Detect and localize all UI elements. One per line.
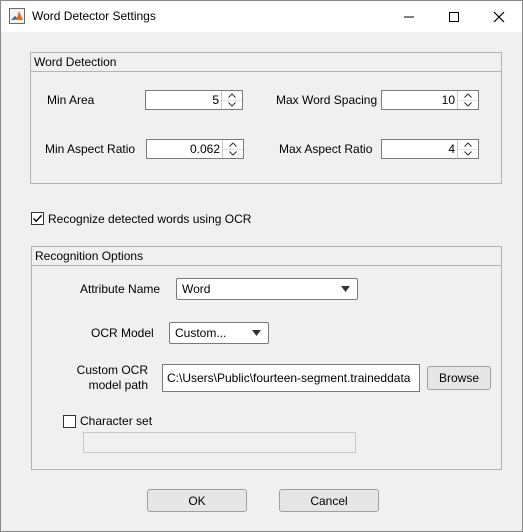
max-aspect-ratio-spinner[interactable]: 4: [381, 139, 479, 159]
min-area-decrement[interactable]: [222, 100, 242, 109]
min-area-arrows: [221, 91, 242, 109]
recognition-options-title: Recognition Options: [35, 249, 144, 263]
maximize-button[interactable]: [431, 1, 477, 32]
ocr-model-dropdown[interactable]: Custom...: [169, 322, 269, 344]
ocr-checkbox[interactable]: [31, 212, 44, 225]
window-title: Word Detector Settings: [32, 9, 156, 23]
max-word-spacing-label: Max Word Spacing: [276, 93, 378, 107]
close-button[interactable]: [476, 1, 522, 32]
min-aspect-ratio-arrows: [222, 140, 243, 158]
minimize-button[interactable]: [386, 1, 432, 32]
chevron-up-icon: [229, 142, 237, 147]
caret-down-icon: [252, 330, 261, 336]
title-bar[interactable]: Word Detector Settings: [1, 1, 522, 32]
cancel-button-label: Cancel: [310, 493, 348, 508]
caret-down-icon: [341, 286, 350, 292]
word-detection-group: Word Detection Min Area 5 Max Word Spaci…: [30, 52, 502, 184]
ocr-checkbox-label[interactable]: Recognize detected words using OCR: [48, 212, 251, 226]
max-aspect-ratio-value[interactable]: 4: [448, 142, 455, 156]
chevron-up-icon: [228, 93, 236, 98]
custom-model-path-label-line2: model path: [88, 378, 148, 392]
min-aspect-ratio-spinner[interactable]: 0.062: [146, 139, 244, 159]
ok-button[interactable]: OK: [147, 489, 247, 512]
min-aspect-ratio-decrement[interactable]: [223, 149, 243, 158]
word-detection-title: Word Detection: [34, 55, 117, 69]
min-aspect-ratio-value[interactable]: 0.062: [190, 142, 220, 156]
recognition-options-group: Recognition Options Attribute Name Word …: [31, 246, 502, 470]
character-set-label[interactable]: Character set: [80, 414, 152, 428]
attribute-name-label: Attribute Name: [80, 282, 161, 296]
chevron-down-icon: [464, 102, 472, 107]
recognition-options-header: Recognition Options: [32, 247, 501, 266]
character-set-input[interactable]: [83, 432, 356, 453]
ocr-model-value: Custom...: [175, 326, 227, 340]
max-aspect-ratio-decrement[interactable]: [458, 149, 478, 158]
chevron-up-icon: [464, 142, 472, 147]
min-area-spinner[interactable]: 5: [145, 90, 243, 110]
cancel-button[interactable]: Cancel: [279, 489, 379, 512]
settings-dialog: Word Detector Settings Word Detection Mi…: [0, 0, 523, 532]
browse-button[interactable]: Browse: [427, 366, 491, 390]
maximize-icon: [449, 11, 459, 22]
ocr-model-label: OCR Model: [91, 326, 154, 340]
character-set-checkbox[interactable]: [63, 415, 76, 428]
minimize-icon: [404, 16, 414, 17]
max-word-spacing-value[interactable]: 10: [442, 93, 455, 107]
max-aspect-ratio-arrows: [457, 140, 478, 158]
chevron-up-icon: [464, 93, 472, 98]
checkmark-icon: [33, 214, 43, 223]
custom-model-path-label-line1: Custom OCR: [76, 363, 148, 377]
chevron-down-icon: [228, 102, 236, 107]
attribute-name-value: Word: [182, 282, 211, 296]
min-area-label: Min Area: [47, 93, 95, 107]
custom-model-path-label: Custom OCR model path: [62, 363, 148, 393]
custom-model-path-value[interactable]: C:\Users\Public\fourteen-segment.trained…: [167, 371, 410, 385]
max-word-spacing-decrement[interactable]: [458, 100, 478, 109]
chevron-down-icon: [464, 151, 472, 156]
max-word-spacing-spinner[interactable]: 10: [381, 90, 479, 110]
attribute-name-dropdown[interactable]: Word: [176, 278, 358, 300]
custom-model-path-input[interactable]: C:\Users\Public\fourteen-segment.trained…: [162, 364, 420, 392]
min-aspect-ratio-label: Min Aspect Ratio: [45, 142, 136, 156]
matlab-app-icon: [9, 8, 25, 24]
word-detection-header: Word Detection: [31, 53, 501, 72]
close-icon: [493, 11, 505, 22]
chevron-down-icon: [229, 151, 237, 156]
ok-button-label: OK: [188, 493, 206, 508]
max-aspect-ratio-label: Max Aspect Ratio: [279, 142, 373, 156]
min-area-value[interactable]: 5: [212, 93, 219, 107]
browse-button-label: Browse: [438, 371, 479, 385]
max-word-spacing-arrows: [457, 91, 478, 109]
